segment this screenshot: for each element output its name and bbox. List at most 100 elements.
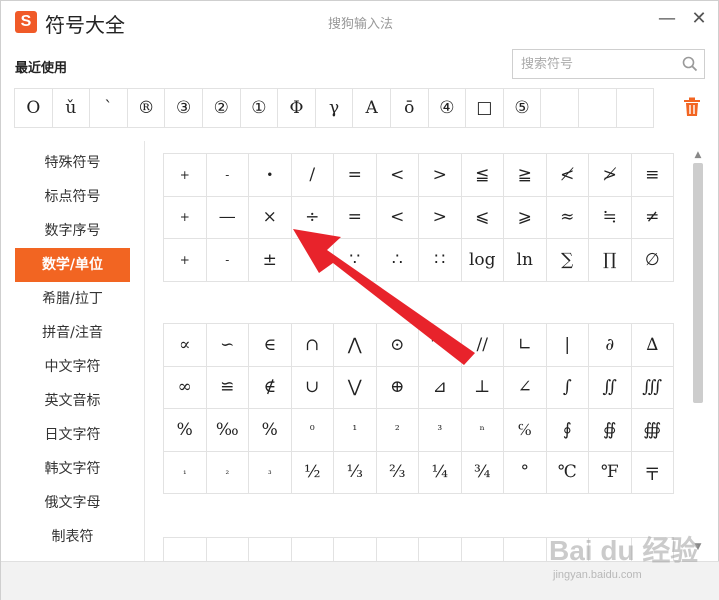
sidebar-item[interactable]: 制表符 xyxy=(15,520,130,554)
symbol-cell[interactable]: ≦ xyxy=(461,154,504,197)
symbol-cell[interactable]: ≠ xyxy=(631,196,674,239)
symbol-cell[interactable]: ≈ xyxy=(546,196,589,239)
symbol-cell[interactable]: ⋁ xyxy=(334,366,377,409)
symbol-cell[interactable]: ≧ xyxy=(504,154,547,197)
sidebar-item[interactable]: 日文字符 xyxy=(15,418,130,452)
search-input[interactable] xyxy=(513,50,678,78)
symbol-cell[interactable]: ∆ xyxy=(631,324,674,367)
symbol-cell[interactable]: ≒ xyxy=(589,196,632,239)
sidebar-item[interactable]: 数字序号 xyxy=(15,214,130,248)
symbol-cell[interactable]: ¹ xyxy=(334,409,377,452)
symbol-cell[interactable] xyxy=(249,538,292,563)
symbol-cell[interactable]: ∈ xyxy=(249,324,292,367)
scroll-thumb[interactable] xyxy=(693,163,703,403)
search-icon[interactable] xyxy=(682,56,698,72)
symbol-cell[interactable]: ∅ xyxy=(631,239,674,282)
symbol-cell[interactable]: ∯ xyxy=(589,409,632,452)
recent-symbol-cell[interactable]: □ xyxy=(465,88,504,128)
vertical-scrollbar[interactable]: ▲ ▼ xyxy=(691,149,705,553)
recent-symbol-cell[interactable] xyxy=(540,88,579,128)
symbol-cell[interactable]: ∩ xyxy=(291,324,334,367)
symbol-cell[interactable] xyxy=(377,538,419,563)
close-button[interactable]: ✕ xyxy=(689,9,709,29)
symbol-cell[interactable] xyxy=(462,538,504,563)
symbol-cell[interactable] xyxy=(334,538,377,563)
recent-symbol-cell[interactable]: O xyxy=(14,88,53,128)
symbol-cell[interactable] xyxy=(504,538,547,563)
symbol-cell[interactable]: ∫ xyxy=(546,366,589,409)
symbol-cell[interactable]: // xyxy=(461,324,504,367)
symbol-cell[interactable]: ° xyxy=(504,451,547,494)
recent-symbol-cell[interactable]: ⑤ xyxy=(502,88,542,128)
symbol-cell[interactable]: % xyxy=(164,409,207,452)
symbol-cell[interactable]: ≮ xyxy=(546,154,589,197)
recent-symbol-cell[interactable]: ① xyxy=(239,88,279,128)
symbol-cell[interactable]: ≡ xyxy=(631,154,674,197)
symbol-cell[interactable]: ⁿ xyxy=(461,409,504,452)
sidebar-item[interactable]: 希腊/拉丁 xyxy=(15,282,130,316)
symbol-cell[interactable]: ⩽ xyxy=(461,196,504,239)
recent-symbol-cell[interactable]: ˋ xyxy=(89,88,128,128)
symbol-cell[interactable]: ln xyxy=(504,239,547,282)
symbol-cell[interactable]: ⅔ xyxy=(376,451,419,494)
trash-icon[interactable] xyxy=(683,97,701,117)
recent-symbol-cell[interactable]: A xyxy=(352,88,391,128)
symbol-cell[interactable]: ⊕ xyxy=(376,366,419,409)
symbol-cell[interactable]: ∪ xyxy=(291,366,334,409)
symbol-cell[interactable]: 〒 xyxy=(631,451,674,494)
symbol-cell[interactable]: ⩾ xyxy=(504,196,547,239)
symbol-cell[interactable]: ∭ xyxy=(631,366,674,409)
symbol-cell[interactable]: ⁰ xyxy=(291,409,334,452)
sidebar-item[interactable]: 中文字符 xyxy=(15,350,130,384)
symbol-cell[interactable]: ¼ xyxy=(419,451,462,494)
recent-symbol-cell[interactable]: ǔ xyxy=(51,88,91,128)
symbol-cell[interactable]: ∮ xyxy=(546,409,589,452)
symbol-cell[interactable]: ± xyxy=(249,239,292,282)
symbol-cell[interactable]: ⋀ xyxy=(334,324,377,367)
sidebar-item[interactable]: 拼音/注音 xyxy=(15,316,130,350)
recent-symbol-cell[interactable]: γ xyxy=(314,88,354,128)
symbol-cell[interactable]: - xyxy=(206,239,249,282)
recent-symbol-cell[interactable]: ④ xyxy=(427,88,467,128)
symbol-cell[interactable]: ℃ xyxy=(546,451,589,494)
symbol-cell[interactable] xyxy=(291,239,334,282)
symbol-cell[interactable]: ∟ xyxy=(504,324,547,367)
symbol-cell[interactable]: ∽ xyxy=(206,324,249,367)
recent-symbol-cell[interactable]: Φ xyxy=(277,88,316,128)
symbol-cell[interactable] xyxy=(207,538,249,563)
recent-symbol-cell[interactable]: ō xyxy=(389,88,429,128)
symbol-cell[interactable]: ℉ xyxy=(589,451,632,494)
recent-symbol-cell[interactable]: ® xyxy=(126,88,166,128)
symbol-cell[interactable]: + xyxy=(164,154,207,197)
symbol-cell[interactable]: ∞ xyxy=(164,366,207,409)
symbol-cell[interactable]: ∉ xyxy=(249,366,292,409)
symbol-cell[interactable]: ⅓ xyxy=(334,451,377,494)
symbol-cell[interactable]: — xyxy=(206,196,249,239)
symbol-cell[interactable]: < xyxy=(376,154,419,197)
symbol-cell[interactable]: ≯ xyxy=(589,154,632,197)
symbol-cell[interactable]: ₁ xyxy=(164,451,207,494)
symbol-cell[interactable]: • xyxy=(249,154,292,197)
recent-symbol-cell[interactable] xyxy=(615,88,655,128)
symbol-cell[interactable]: ½ xyxy=(291,451,334,494)
symbol-cell[interactable]: ‰ xyxy=(206,409,249,452)
symbol-cell[interactable]: > xyxy=(419,196,462,239)
symbol-cell[interactable]: ⊙ xyxy=(376,324,419,367)
symbol-cell[interactable]: % xyxy=(249,409,292,452)
symbol-cell[interactable]: ∝ xyxy=(164,324,207,367)
symbol-cell[interactable]: > xyxy=(419,154,462,197)
symbol-cell[interactable]: ∏ xyxy=(589,239,632,282)
symbol-cell[interactable]: ℅ xyxy=(504,409,547,452)
recent-symbol-cell[interactable]: ③ xyxy=(164,88,203,128)
symbol-cell[interactable]: < xyxy=(376,196,419,239)
symbol-cell[interactable]: ÷ xyxy=(291,196,334,239)
symbol-cell[interactable] xyxy=(164,538,207,563)
sidebar-item[interactable]: 标点符号 xyxy=(15,180,130,214)
scroll-up-arrow-icon[interactable]: ▲ xyxy=(691,149,705,161)
symbol-cell[interactable]: ∴ xyxy=(376,239,419,282)
symbol-cell[interactable]: ₂ xyxy=(206,451,249,494)
recent-symbol-cell[interactable] xyxy=(577,88,617,128)
symbol-cell[interactable]: | xyxy=(546,324,589,367)
symbol-cell[interactable]: + xyxy=(164,196,207,239)
symbol-cell[interactable]: = xyxy=(334,196,377,239)
